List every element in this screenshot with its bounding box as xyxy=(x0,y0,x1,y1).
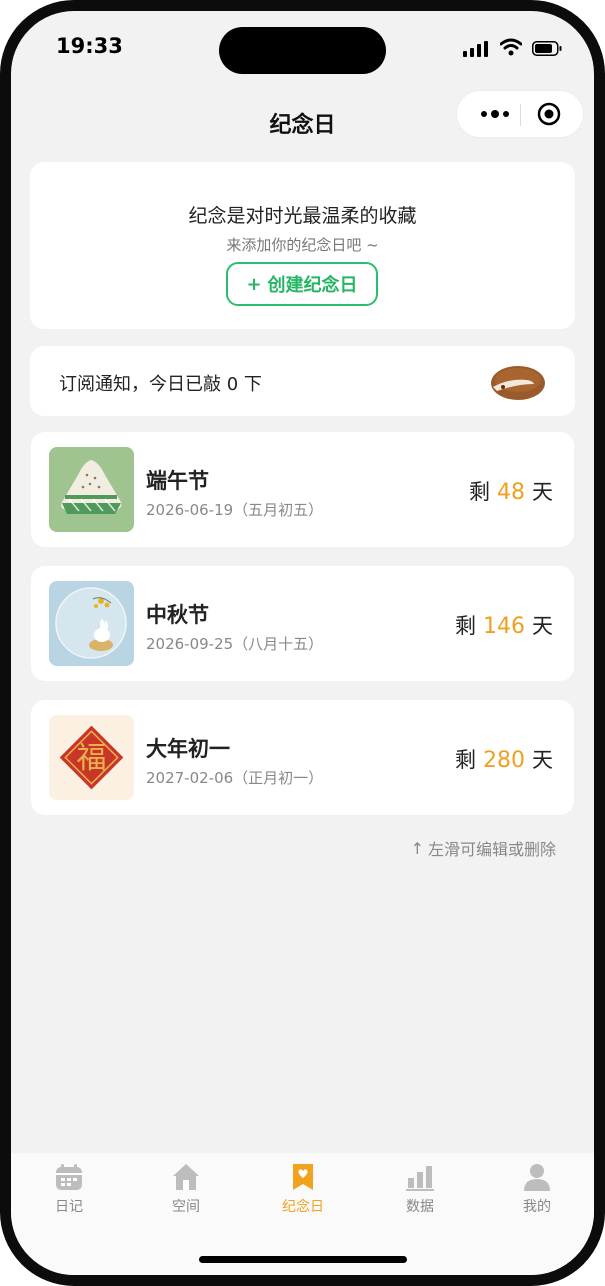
tab-anniversary[interactable]: 纪念日 xyxy=(263,1161,343,1216)
more-dot-icon xyxy=(481,111,487,117)
dynamic-island xyxy=(219,27,386,74)
event-countdown: 剩 48 天 xyxy=(469,476,553,506)
zongzi-thumbnail xyxy=(49,447,134,532)
intro-title: 纪念是对时光最温柔的收藏 xyxy=(188,205,417,227)
status-time: 19:33 xyxy=(56,34,123,58)
user-icon xyxy=(524,1164,550,1191)
bookmark-heart-icon xyxy=(293,1164,313,1190)
countdown-days: 280 xyxy=(483,748,525,773)
calendar-icon xyxy=(56,1164,82,1190)
event-card[interactable]: 福 大年初一 2027-02-06（正月初一） 剩 280 天 xyxy=(31,700,574,815)
countdown-prefix: 剩 xyxy=(455,614,476,638)
tab-label: 日记 xyxy=(55,1199,83,1215)
more-button[interactable] xyxy=(469,91,521,137)
arrow-up-icon: ↑ xyxy=(410,838,424,858)
countdown-suffix: 天 xyxy=(532,480,553,504)
event-card[interactable]: 端午节 2026-06-19（五月初五） 剩 48 天 xyxy=(31,432,574,547)
intro-subtitle: 来添加你的纪念日吧 ~ xyxy=(226,236,379,254)
battery-icon xyxy=(532,41,562,56)
countdown-prefix: 剩 xyxy=(469,480,490,504)
event-name: 大年初一 xyxy=(146,737,230,761)
tab-label: 数据 xyxy=(406,1199,434,1215)
event-name: 端午节 xyxy=(146,469,209,493)
event-date: 2026-09-25（八月十五） xyxy=(146,635,324,653)
tab-space[interactable]: 空间 xyxy=(146,1161,226,1216)
signal-icon xyxy=(463,41,488,57)
mini-program-capsule xyxy=(456,90,584,138)
tab-label: 我的 xyxy=(523,1199,551,1215)
swipe-hint-text: 左滑可编辑或删除 xyxy=(427,840,556,859)
more-dot-icon xyxy=(491,110,499,118)
event-date: 2027-02-06（正月初一） xyxy=(146,769,324,787)
event-countdown: 剩 280 天 xyxy=(455,744,553,774)
tab-data[interactable]: 数据 xyxy=(380,1161,460,1216)
plus-icon: + xyxy=(246,273,262,295)
countdown-prefix: 剩 xyxy=(455,748,476,772)
home-icon xyxy=(173,1164,199,1190)
create-button-label: 创建纪念日 xyxy=(267,275,358,296)
subscribe-text: 订阅通知，今日已敲 0 下 xyxy=(59,374,262,395)
event-name: 中秋节 xyxy=(146,603,209,627)
fu-thumbnail: 福 xyxy=(49,715,134,800)
event-date: 2026-06-19（五月初五） xyxy=(146,501,324,519)
intro-card: 纪念是对时光最温柔的收藏 来添加你的纪念日吧 ~ + 创建纪念日 xyxy=(30,162,575,329)
moon-rabbit-thumbnail xyxy=(49,581,134,666)
status-bar: 19:33 xyxy=(11,11,594,83)
capsule-divider xyxy=(520,104,521,126)
tab-diary[interactable]: 日记 xyxy=(29,1161,109,1216)
tab-label: 空间 xyxy=(172,1199,200,1215)
home-indicator xyxy=(199,1256,407,1263)
fu-character: 福 xyxy=(77,741,107,776)
tab-label: 纪念日 xyxy=(282,1199,324,1215)
countdown-days: 48 xyxy=(497,480,525,505)
event-card[interactable]: 中秋节 2026-09-25（八月十五） 剩 146 天 xyxy=(31,566,574,681)
wooden-fish-icon[interactable] xyxy=(487,360,547,402)
wifi-icon xyxy=(500,38,522,56)
swipe-hint: ↑ 左滑可编辑或删除 xyxy=(411,836,556,860)
countdown-suffix: 天 xyxy=(532,614,553,638)
more-dot-icon xyxy=(503,111,509,117)
tab-profile[interactable]: 我的 xyxy=(497,1161,577,1216)
countdown-suffix: 天 xyxy=(532,748,553,772)
subscribe-card[interactable]: 订阅通知，今日已敲 0 下 xyxy=(30,346,575,416)
phone-frame: 19:33 纪念日 纪念是对时光最温柔的收藏 来添加你的纪念日吧 ~ + 创建纪… xyxy=(0,0,605,1286)
bar-chart-icon xyxy=(406,1166,434,1191)
close-mini-program-icon[interactable] xyxy=(537,102,561,126)
create-anniversary-button[interactable]: + 创建纪念日 xyxy=(226,262,378,306)
countdown-days: 146 xyxy=(483,614,525,639)
event-countdown: 剩 146 天 xyxy=(455,610,553,640)
